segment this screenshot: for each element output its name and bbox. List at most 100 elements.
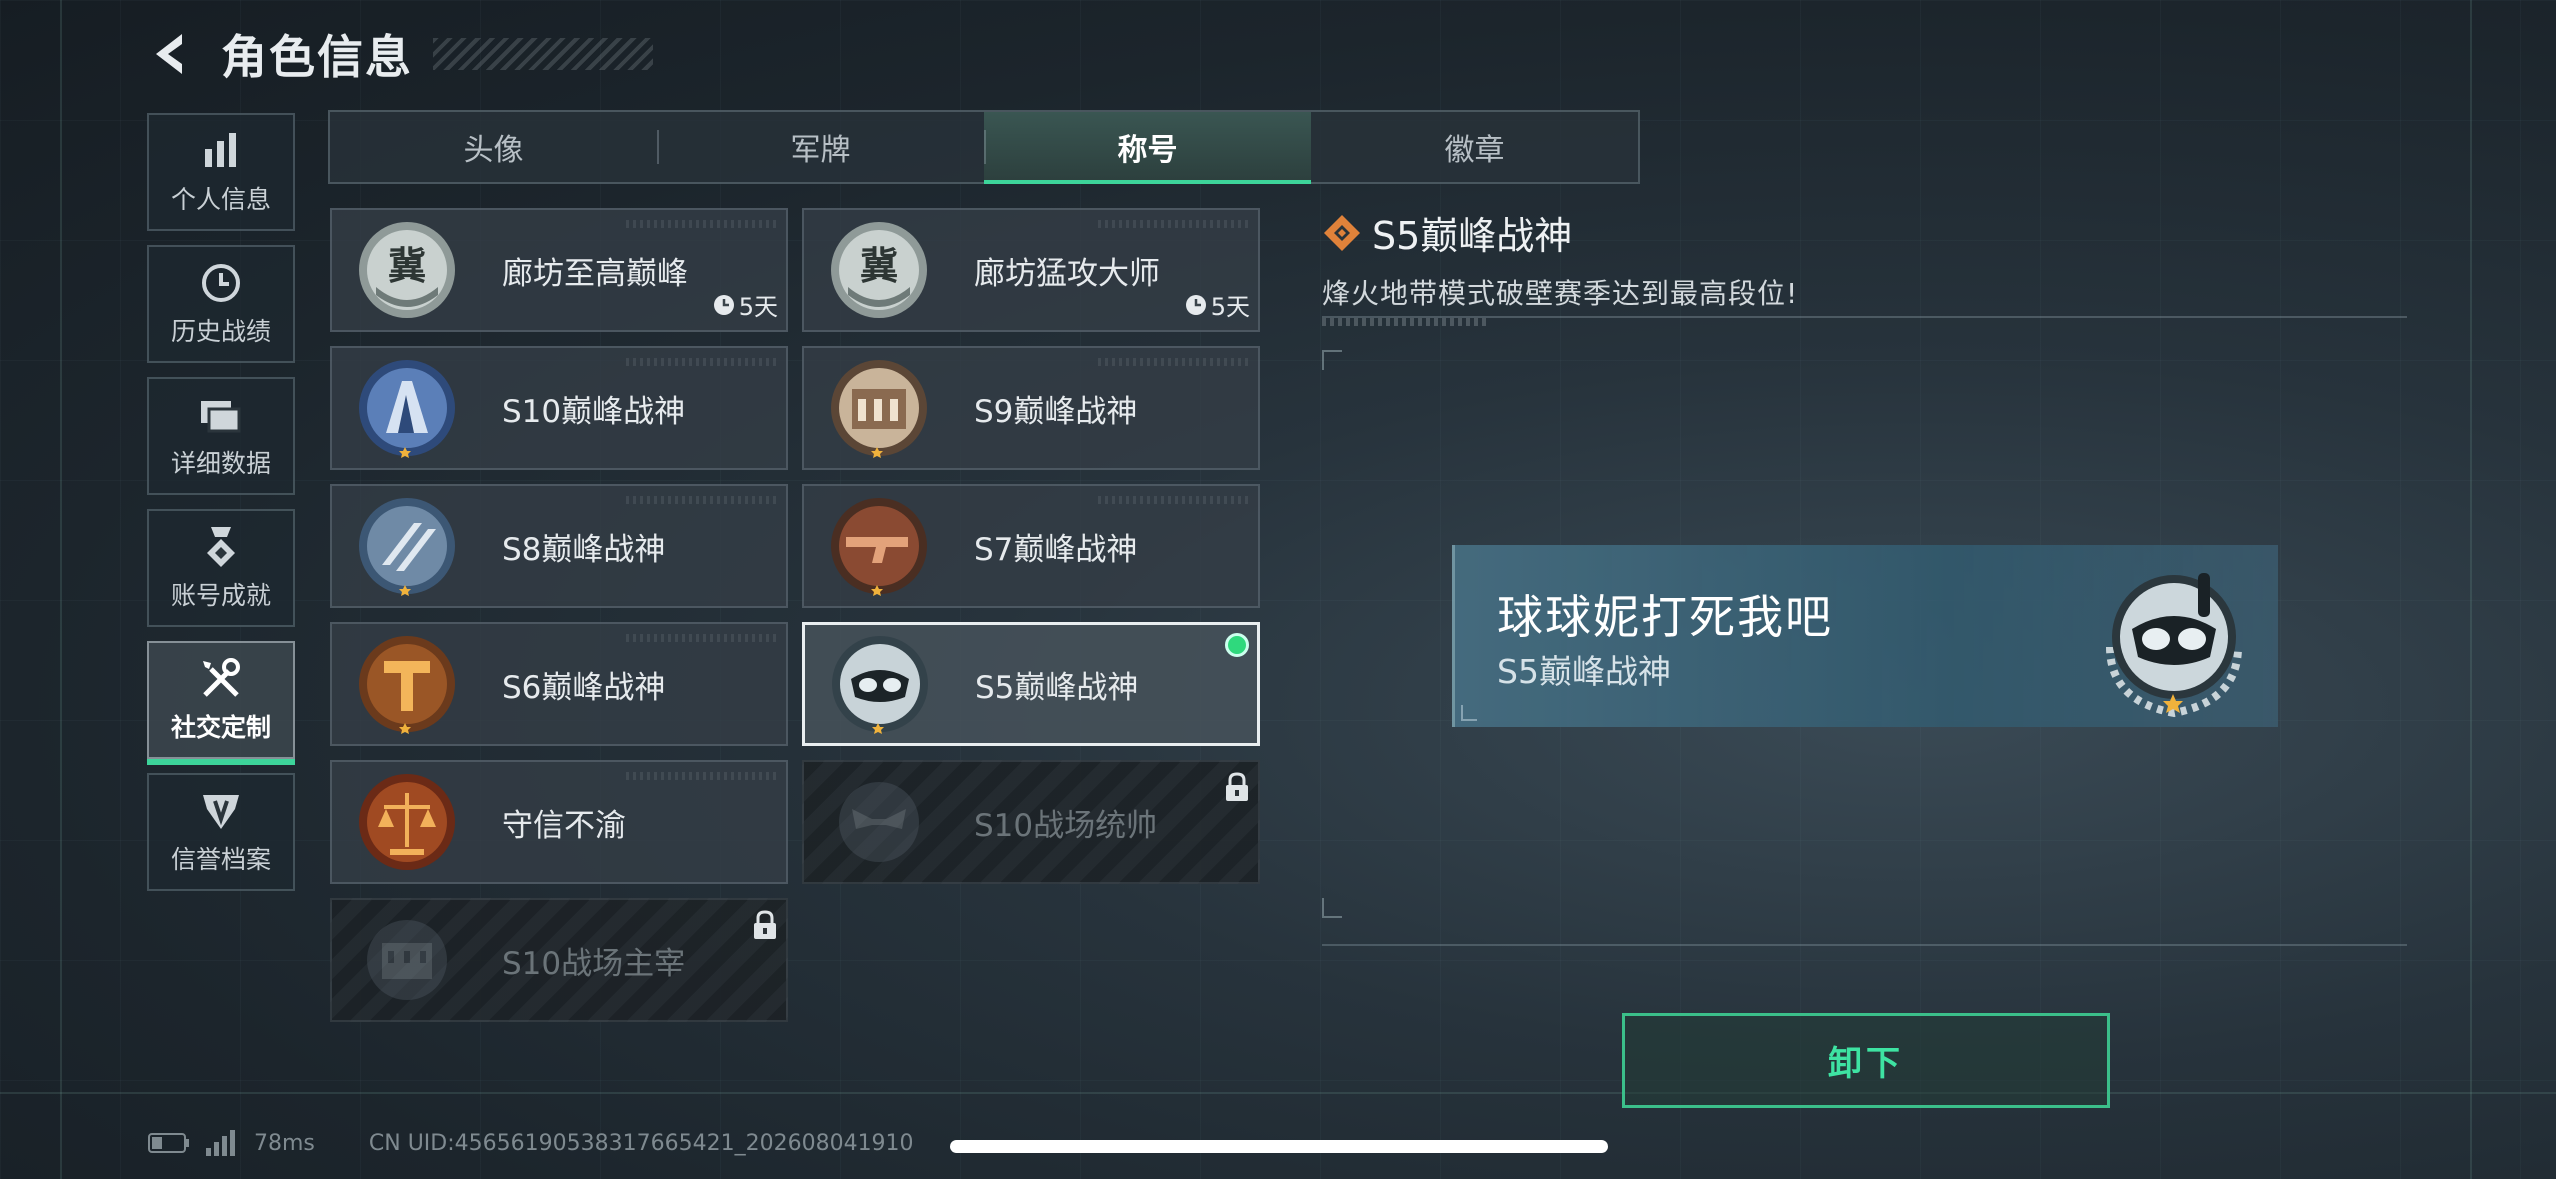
title-decoration xyxy=(433,38,653,70)
title-card-selected[interactable]: S5巅峰战神 xyxy=(802,622,1260,746)
timer: 5天 xyxy=(713,287,778,322)
title-card[interactable]: 守信不渝 xyxy=(330,760,788,884)
nav-label: 详细数据 xyxy=(170,449,271,478)
title-card[interactable]: S7巅峰战神 xyxy=(802,484,1260,608)
nav-item-personal-info[interactable]: 个人信息 xyxy=(147,113,295,231)
title-name: S10战场统帅 xyxy=(974,807,1158,844)
blue-tower-emblem-icon xyxy=(359,360,455,458)
nav-item-match-history[interactable]: 历史战绩 xyxy=(147,245,295,363)
orange-t-emblem-icon xyxy=(359,636,455,734)
lock-icon xyxy=(1226,772,1248,801)
title-card[interactable]: S10巅峰战神 xyxy=(330,346,788,470)
card-decoration xyxy=(1098,358,1248,366)
title-card[interactable]: 冀 廊坊猛攻大师 5天 xyxy=(802,208,1260,332)
nav-item-reputation[interactable]: 信誉档案 xyxy=(147,773,295,891)
title-card[interactable]: S8巅峰战神 xyxy=(330,484,788,608)
equipped-indicator xyxy=(1225,633,1249,657)
home-indicator[interactable] xyxy=(950,1140,1608,1153)
frame-corner xyxy=(1322,898,1342,918)
bronze-building-emblem-icon xyxy=(831,360,927,458)
title-card[interactable]: S9巅峰战神 xyxy=(802,346,1260,470)
header: 角色信息 xyxy=(145,22,653,86)
page-title: 角色信息 xyxy=(221,30,413,84)
colosseum-emblem-icon xyxy=(367,920,447,1000)
nav-label: 个人信息 xyxy=(170,185,271,214)
title-name: S8巅峰战神 xyxy=(502,531,666,568)
nav-item-social-custom[interactable]: 社交定制 xyxy=(147,641,295,765)
back-button[interactable] xyxy=(145,29,195,79)
svg-text:冀: 冀 xyxy=(860,243,898,288)
title-name: S10巅峰战神 xyxy=(502,393,686,430)
silver-crest-emblem-icon: 冀 xyxy=(831,222,927,318)
wrench-screwdriver-icon xyxy=(199,656,243,702)
side-nav: 个人信息 历史战绩 详细数据 账号成就 社交定制 信誉档案 xyxy=(147,113,295,905)
copper-gun-emblem-icon xyxy=(831,498,927,596)
tab-dog-tag[interactable]: 军牌 xyxy=(657,112,984,182)
diver-mask-emblem-icon xyxy=(832,636,928,734)
bar-chart-icon xyxy=(201,128,241,174)
nav-label: 账号成就 xyxy=(170,581,271,610)
diver-mask-emblem-icon xyxy=(2106,573,2242,718)
nav-label: 信誉档案 xyxy=(170,845,271,874)
frame-corner xyxy=(1322,350,1342,370)
folder-icon xyxy=(199,392,243,438)
scales-emblem-icon xyxy=(359,774,455,870)
shield-badge-icon xyxy=(201,788,241,834)
card-decoration xyxy=(626,358,776,366)
player-title: S5巅峰战神 xyxy=(1497,652,1671,691)
card-decoration xyxy=(626,634,776,642)
nav-item-detailed-data[interactable]: 详细数据 xyxy=(147,377,295,495)
silver-crest-emblem-icon: 冀 xyxy=(359,222,455,318)
nav-label: 社交定制 xyxy=(170,713,271,742)
divider xyxy=(1322,944,2407,946)
title-name: 守信不渝 xyxy=(502,807,626,844)
player-name: 球球妮打死我吧 xyxy=(1497,590,1833,644)
title-name: 廊坊猛攻大师 xyxy=(974,255,1160,292)
title-name: 廊坊至高巅峰 xyxy=(502,255,688,292)
status-bar: 78ms CN UID:45656190538317665421_2026080… xyxy=(148,1128,914,1158)
tab-title[interactable]: 称号 xyxy=(984,112,1311,184)
medal-icon xyxy=(201,524,241,570)
title-card-locked[interactable]: S10战场统帅 xyxy=(802,760,1260,884)
nav-label: 历史战绩 xyxy=(170,317,271,346)
title-name: S7巅峰战神 xyxy=(974,531,1138,568)
tab-badge[interactable]: 徽章 xyxy=(1311,112,1638,182)
svg-text:冀: 冀 xyxy=(388,243,426,288)
drone-emblem-icon xyxy=(839,782,919,862)
card-decoration xyxy=(626,772,776,780)
card-decoration xyxy=(1098,220,1248,228)
lock-icon xyxy=(754,910,776,939)
title-card[interactable]: 冀 廊坊至高巅峰 5天 xyxy=(330,208,788,332)
tab-avatar[interactable]: 头像 xyxy=(330,112,657,182)
timer-text: 5天 xyxy=(738,293,778,321)
nav-item-achievements[interactable]: 账号成就 xyxy=(147,509,295,627)
clock-icon xyxy=(201,260,241,306)
timer: 5天 xyxy=(1185,287,1250,322)
title-card-locked[interactable]: S10战场主宰 xyxy=(330,898,788,1022)
battery-icon xyxy=(148,1133,189,1153)
clock-icon xyxy=(1185,294,1206,315)
title-name: S10战场主宰 xyxy=(502,945,686,982)
unequip-button[interactable]: 卸下 xyxy=(1622,1013,2110,1108)
timer-text: 5天 xyxy=(1210,293,1250,321)
ping-text: 78ms xyxy=(254,1130,315,1156)
title-card[interactable]: S6巅峰战神 xyxy=(330,622,788,746)
title-name: S5巅峰战神 xyxy=(975,669,1139,706)
card-decoration xyxy=(626,220,776,228)
decor-line xyxy=(60,0,62,1179)
uid-text: CN UID:45656190538317665421_202608041910 xyxy=(368,1130,914,1156)
back-arrow-icon xyxy=(156,34,182,74)
title-name: S9巅峰战神 xyxy=(974,393,1138,430)
signal-icon xyxy=(206,1130,235,1156)
clock-icon xyxy=(713,294,734,315)
diamond-icon xyxy=(1324,214,1360,251)
blue-stripes-emblem-icon xyxy=(359,498,455,596)
category-tabs: 头像 军牌 称号 徽章 xyxy=(328,110,1640,184)
card-bracket xyxy=(1461,705,1477,721)
card-decoration xyxy=(1098,496,1248,504)
detail-title-text: S5巅峰战神 xyxy=(1372,214,1573,258)
title-grid: 冀 廊坊至高巅峰 5天 冀 廊坊猛攻大师 5天 S10巅峰战神 S9巅峰战神 S… xyxy=(330,208,1260,1022)
card-decoration xyxy=(626,496,776,504)
detail-title: S5巅峰战神 xyxy=(1322,205,1572,260)
detail-description: 烽火地带模式破壁赛季达到最高段位! xyxy=(1322,277,1799,310)
